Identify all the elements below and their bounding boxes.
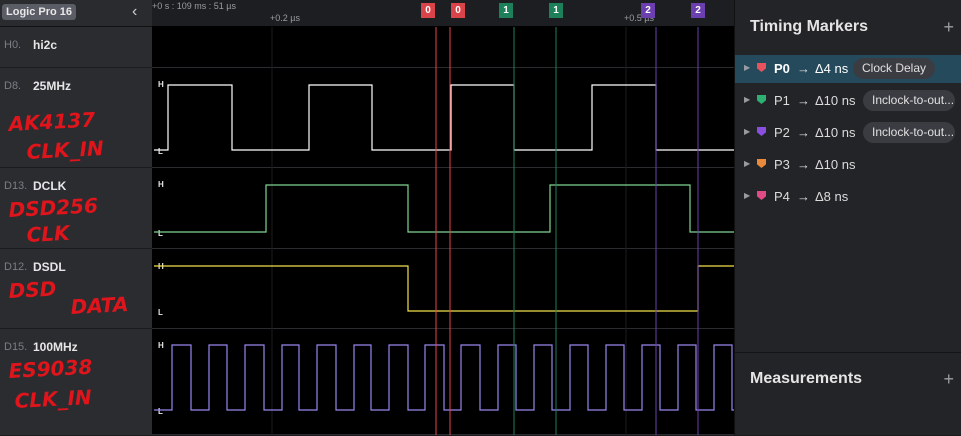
waveform-d8 xyxy=(154,84,734,151)
timing-marker-flag-0a[interactable]: 0 xyxy=(421,3,435,18)
expand-icon[interactable]: ▶ xyxy=(744,159,750,168)
marker-name: P0 xyxy=(774,61,790,76)
channel-id: D13. xyxy=(4,180,28,192)
chevron-left-icon[interactable]: ‹ xyxy=(132,3,137,21)
channel-row-d12[interactable]: D12. DSDL DSD DATA xyxy=(0,249,152,329)
handwritten-annotation: AK4137 xyxy=(8,107,96,136)
marker-delta: Δ10 ns xyxy=(815,93,856,108)
channel-id: D12. xyxy=(4,261,28,273)
marker-name: P1 xyxy=(774,93,790,108)
marker-tag[interactable]: Clock Delay xyxy=(853,58,936,79)
low-level-label: L xyxy=(158,147,163,156)
channel-name[interactable]: hi2c xyxy=(33,38,57,52)
timing-marker-row-p3[interactable]: ▶ P3 → Δ10 ns xyxy=(735,151,961,179)
channel-name[interactable]: 25MHz xyxy=(33,79,71,93)
handwritten-annotation: ES9038 xyxy=(8,354,93,383)
handwritten-annotation: CLK xyxy=(26,220,71,247)
handwritten-annotation: DSD xyxy=(8,276,57,303)
low-level-label: L xyxy=(158,229,163,238)
marker-delta: Δ8 ns xyxy=(815,189,849,204)
waveform-view[interactable]: +0 s : 109 ms : 51 µs +0.2 µs +0.5 µs 0 … xyxy=(152,0,734,435)
marker-delta: Δ10 ns xyxy=(815,125,856,140)
timing-marker-row-p4[interactable]: ▶ P4 → Δ8 ns xyxy=(735,183,961,211)
channel-id: D8. xyxy=(4,80,22,92)
timing-marker-row-p2[interactable]: ▶ P2 → Δ10 ns Inclock-to-out... xyxy=(735,119,961,147)
channel-list: H0. hi2c D8. 25MHz AK4137 CLK_IN D13. DC… xyxy=(0,27,152,435)
high-level-label: H xyxy=(158,80,164,89)
sidebar-panel: Timing Markers + ▶ P0 → Δ4 ns Clock Dela… xyxy=(734,0,961,435)
channel-row-d13[interactable]: D13. DCLK DSD256 CLK xyxy=(0,168,152,249)
channel-name[interactable]: DCLK xyxy=(33,179,66,193)
timing-marker-row-p0[interactable]: ▶ P0 → Δ4 ns Clock Delay xyxy=(735,55,961,83)
expand-icon[interactable]: ▶ xyxy=(744,191,750,200)
timing-marker-flag-0b[interactable]: 0 xyxy=(451,3,465,18)
channel-name[interactable]: 100MHz xyxy=(33,340,78,354)
waveform-canvas[interactable]: H L H L H L H L xyxy=(152,27,734,435)
handwritten-annotation: DSD256 xyxy=(8,193,99,222)
channel-name[interactable]: DSDL xyxy=(33,260,66,274)
arrow-right-icon: → xyxy=(797,61,810,76)
marker-tag[interactable]: Inclock-to-out... xyxy=(863,122,955,143)
channel-id: H0. xyxy=(4,39,22,51)
channel-row-h0[interactable]: H0. hi2c xyxy=(0,27,152,68)
marker-p3-color-icon xyxy=(757,159,766,168)
marker-p2-color-icon xyxy=(757,127,766,136)
timing-marker-flag-2b[interactable]: 2 xyxy=(691,3,705,18)
marker-name: P2 xyxy=(774,125,790,140)
arrow-right-icon: → xyxy=(797,157,810,172)
marker-tag[interactable]: Inclock-to-out... xyxy=(863,90,955,111)
add-timing-marker-button[interactable]: + xyxy=(943,18,954,36)
expand-icon[interactable]: ▶ xyxy=(744,127,750,136)
timing-marker-flag-1b[interactable]: 1 xyxy=(549,3,563,18)
waveform-d15 xyxy=(154,344,734,411)
channel-panel-header: Logic Pro 16 ‹ xyxy=(0,0,152,27)
marker-name: P4 xyxy=(774,189,790,204)
handwritten-annotation: CLK_IN xyxy=(26,135,105,164)
logic-analyzer-app: Logic Pro 16 ‹ H0. hi2c D8. 25MHz AK4137… xyxy=(0,0,961,435)
measurements-title: Measurements xyxy=(750,370,863,387)
expand-icon[interactable]: ▶ xyxy=(744,63,750,72)
ruler-tick-label: +0.2 µs xyxy=(270,13,300,23)
waveform-d13 xyxy=(154,184,734,233)
channel-id: D15. xyxy=(4,341,28,353)
channel-row-d15[interactable]: D15. 100MHz ES9038 CLK_IN xyxy=(0,329,152,435)
marker-delta: Δ4 ns xyxy=(815,61,849,76)
marker-p0-color-icon xyxy=(757,63,766,72)
add-measurement-button[interactable]: + xyxy=(943,370,954,388)
marker-name: P3 xyxy=(774,157,790,172)
measurements-section: Measurements + xyxy=(735,352,961,436)
high-level-label: H xyxy=(158,341,164,350)
arrow-right-icon: → xyxy=(797,189,810,204)
low-level-label: L xyxy=(158,407,163,416)
marker-p1-color-icon xyxy=(757,95,766,104)
low-level-label: L xyxy=(158,308,163,317)
marker-p4-color-icon xyxy=(757,191,766,200)
timing-marker-row-p1[interactable]: ▶ P1 → Δ10 ns Inclock-to-out... xyxy=(735,87,961,115)
time-ruler[interactable]: +0 s : 109 ms : 51 µs +0.2 µs +0.5 µs 0 … xyxy=(152,0,734,26)
handwritten-annotation: CLK_IN xyxy=(14,384,93,413)
ruler-start-time: +0 s : 109 ms : 51 µs xyxy=(152,1,236,11)
marker-delta: Δ10 ns xyxy=(815,157,856,172)
timing-markers-title: Timing Markers xyxy=(750,18,868,35)
timing-marker-flag-2a[interactable]: 2 xyxy=(641,3,655,18)
waveform-d12 xyxy=(154,265,734,312)
handwritten-annotation: DATA xyxy=(70,291,129,319)
expand-icon[interactable]: ▶ xyxy=(744,95,750,104)
high-level-label: H xyxy=(158,180,164,189)
arrow-right-icon: → xyxy=(797,125,810,140)
timing-marker-flag-1a[interactable]: 1 xyxy=(499,3,513,18)
arrow-right-icon: → xyxy=(797,93,810,108)
channel-row-d8[interactable]: D8. 25MHz AK4137 CLK_IN xyxy=(0,68,152,168)
device-badge[interactable]: Logic Pro 16 xyxy=(2,4,77,20)
